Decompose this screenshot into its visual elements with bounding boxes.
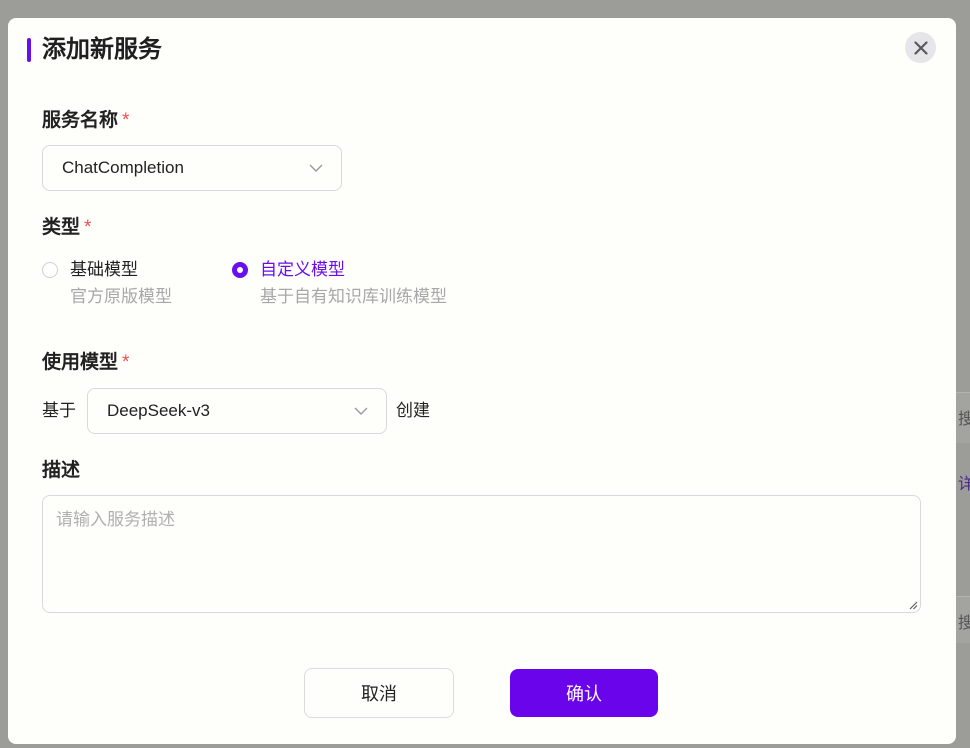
radio-option-custom-model[interactable]: 自定义模型 基于自有知识库训练模型	[232, 259, 462, 311]
radio-option-title: 自定义模型	[260, 260, 345, 279]
close-icon	[913, 40, 928, 55]
chevron-down-icon	[309, 164, 323, 172]
radio-option-base-model[interactable]: 基础模型 官方原版模型	[42, 259, 202, 311]
description-textarea[interactable]	[42, 495, 921, 613]
model-prefix-text: 基于	[42, 401, 76, 420]
radio-option-description: 基于自有知识库训练模型	[260, 287, 447, 306]
dialog-title: 添加新服务	[42, 36, 162, 63]
type-label-text: 类型	[42, 217, 81, 238]
background-text-fragment: 搜	[958, 411, 970, 428]
model-label-text: 使用模型	[42, 352, 119, 373]
radio-button-unchecked[interactable]	[42, 262, 58, 278]
resize-grip-icon[interactable]	[908, 600, 918, 610]
title-accent-bar	[27, 38, 31, 62]
model-suffix-text: 创建	[396, 401, 430, 420]
description-label: 描述	[42, 459, 80, 483]
required-mark: *	[122, 352, 130, 373]
background-link-fragment: 详	[958, 476, 970, 493]
confirm-button[interactable]: 确认	[510, 669, 658, 717]
cancel-button[interactable]: 取消	[304, 668, 454, 718]
background-text-fragment: 搜	[958, 615, 970, 632]
radio-option-description: 官方原版模型	[70, 287, 172, 306]
dialog-header: 添加新服务	[8, 18, 956, 82]
model-select[interactable]: DeepSeek-v3	[87, 388, 387, 434]
model-label: 使用模型 *	[42, 351, 129, 375]
service-name-label: 服务名称 *	[42, 109, 129, 133]
model-value: DeepSeek-v3	[107, 401, 211, 420]
service-name-label-text: 服务名称	[42, 110, 119, 131]
service-name-value: ChatCompletion	[62, 158, 184, 177]
close-button[interactable]	[905, 32, 936, 63]
required-mark: *	[122, 110, 130, 131]
description-label-text: 描述	[42, 460, 81, 481]
add-service-dialog: 添加新服务 服务名称 * ChatCompletion 类型 * 基础模型 官方原版…	[8, 18, 956, 744]
radio-button-checked[interactable]	[232, 262, 248, 278]
service-name-select[interactable]: ChatCompletion	[42, 145, 342, 191]
type-label: 类型 *	[42, 216, 91, 240]
radio-option-title: 基础模型	[70, 260, 138, 279]
required-mark: *	[84, 217, 92, 238]
chevron-down-icon	[354, 407, 368, 415]
